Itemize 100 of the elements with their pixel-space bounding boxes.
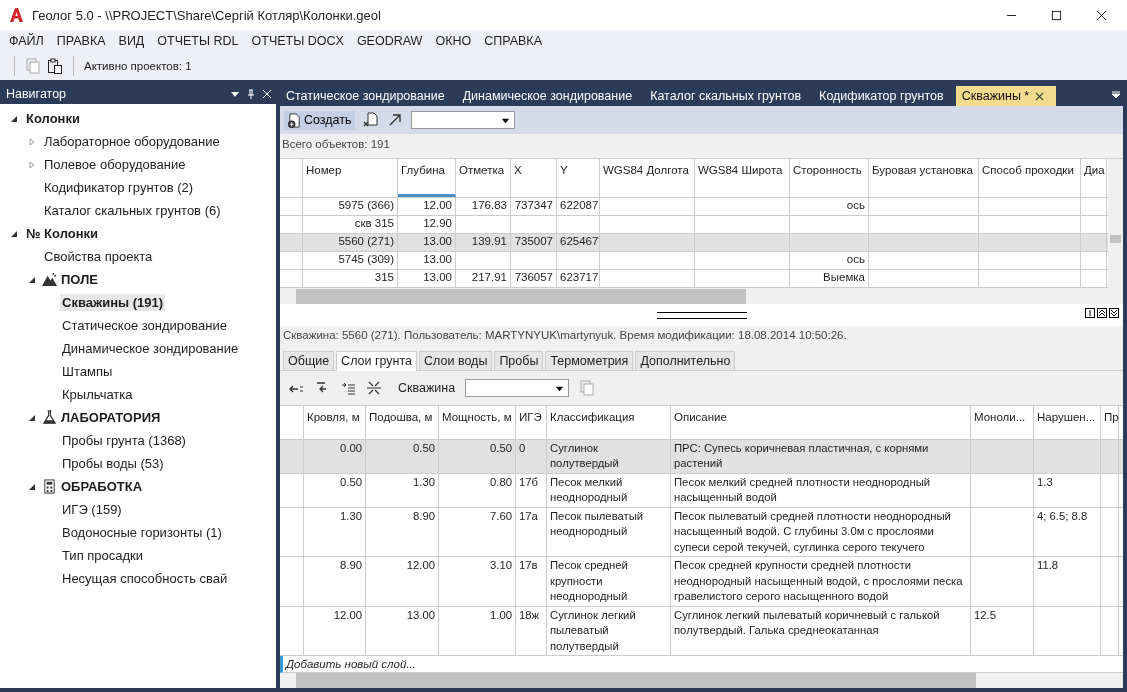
tab[interactable]: Термометрия [545, 351, 634, 370]
column-header[interactable]: Пр [1101, 406, 1119, 439]
table-row[interactable]: 5975 (366) 12.00 176.83 737347 622087 ось [280, 198, 1108, 216]
column-header[interactable]: Описание [671, 406, 971, 439]
pin-icon[interactable] [246, 89, 256, 99]
tree-item[interactable]: ОБРАБОТКА [59, 478, 145, 495]
column-header[interactable]: Отметка [456, 159, 511, 197]
well-dropdown[interactable] [465, 379, 570, 397]
column-header[interactable]: Подошва, м [366, 406, 439, 439]
horizontal-scrollbar[interactable] [280, 288, 1123, 304]
column-header[interactable]: Кровля, м [304, 406, 366, 439]
menu-item[interactable]: ОТЧЕТЫ RDL [157, 34, 239, 48]
document-tab[interactable]: Скважины * [955, 86, 1057, 106]
column-header[interactable]: Классификация [547, 406, 671, 439]
document-tab[interactable]: Кодификатор грунтов [813, 86, 956, 106]
tree-item[interactable]: Свойства проекта [42, 248, 155, 265]
tree-item[interactable]: Каталог скальных грунтов (6) [42, 202, 223, 219]
tree-item[interactable]: Полевое оборудование [42, 156, 188, 173]
column-header[interactable]: WGS84 Долгота [600, 159, 695, 197]
maximize-icon[interactable] [1051, 9, 1062, 21]
table-row[interactable]: 0.50 1.30 0.80 17б Песок мелкий неоднородный Песок мелкий средней плотности неоднородный насыщенный водой 1.3 [280, 473, 1123, 508]
column-header[interactable]: Способ проходки [979, 159, 1081, 197]
menu-item[interactable]: ФАЙЛ [9, 34, 44, 48]
document-tab[interactable]: Статическое зондирование [280, 86, 457, 106]
menu-item[interactable]: ОТЧЕТЫ DOCX [251, 34, 344, 48]
column-header[interactable]: Диа [1081, 159, 1107, 197]
menu-item[interactable]: ПРАВКА [56, 34, 106, 48]
column-header[interactable]: Y [557, 159, 600, 197]
insert-row-icon[interactable] [340, 380, 356, 396]
collapsed-arrow-icon[interactable] [28, 137, 36, 146]
tab[interactable]: Слои грунта [336, 351, 418, 371]
column-header[interactable]: Моноли... [971, 406, 1034, 439]
table-cell: Песок мелкий неоднородный [550, 475, 628, 504]
tree-item[interactable]: ЛАБОРАТОРИЯ [59, 409, 163, 426]
tab[interactable]: Слои воды [419, 351, 493, 370]
vertical-scrollbar[interactable] [1108, 159, 1123, 288]
create-button[interactable]: Создать [284, 110, 355, 130]
column-header[interactable]: Номер [303, 159, 398, 197]
tree-item[interactable]: Статическое зондирование [60, 317, 229, 334]
table-row[interactable]: 1.30 8.90 7.60 17а Песок пылеватый неоднородный Песок пылеватый средней плотности неоднородный насыщенный водой. С глубины 3.0м с прослоями супеси серой текучей, суглинка серого текучего 4; 6.5; 8.8 [280, 507, 1123, 558]
tab[interactable]: Пробы [494, 351, 544, 370]
tree-item[interactable]: Лабораторное оборудование [42, 133, 222, 150]
tree-item[interactable]: Скважины (191) [60, 294, 166, 311]
column-header[interactable]: Буровая установка [869, 159, 979, 197]
table-row[interactable]: 5745 (309) 13.00 ось [280, 252, 1108, 270]
table-row[interactable]: 5560 (271) 13.00 139.91 735007 625467 [280, 234, 1108, 252]
tab[interactable]: Общие [283, 351, 335, 370]
paste-icon[interactable] [47, 58, 63, 74]
record-info: Скважина: 5560 (271). Пользователь: MARTYNYUK\martynyuk. Время модификации: 18.08.2014 10:50:26. [280, 326, 1123, 348]
table-row[interactable]: 0.00 0.50 0.50 0 Суглинок полутвердый ПРС: Супесь коричневая пластичная, с корнями растений [280, 439, 1123, 474]
info-icon[interactable] [1085, 308, 1095, 318]
column-header[interactable]: Сторонность [790, 159, 869, 197]
delete-document-icon[interactable] [362, 112, 379, 128]
merge-icon[interactable] [366, 380, 382, 396]
document-tab[interactable]: Каталог скальных грунтов [644, 86, 814, 106]
tree-item[interactable]: Водоносные горизонты (1) [60, 524, 224, 541]
column-header[interactable]: ИГЭ [516, 406, 547, 439]
splitter-handle[interactable] [656, 311, 747, 319]
tree-item[interactable]: Несущая способность свай [60, 570, 230, 587]
tree-item[interactable]: ИГЭ (159) [60, 501, 124, 518]
tree-item[interactable]: Кодификатор грунтов (2) [42, 179, 196, 196]
tree-item[interactable]: Штампы [60, 363, 115, 380]
tab-list-icon[interactable] [1111, 90, 1121, 100]
column-header[interactable]: WGS84 Широта [695, 159, 790, 197]
tree-item[interactable]: Колонки [24, 110, 82, 127]
expanded-arrow-icon[interactable] [10, 229, 18, 238]
tab[interactable]: Дополнительно [635, 351, 736, 370]
document-tab[interactable]: Динамическое зондирование [456, 86, 645, 106]
menu-item[interactable]: GEODRAW [356, 34, 423, 48]
expanded-arrow-icon[interactable] [10, 114, 18, 123]
table-row[interactable]: 315 13.00 217.91 736057 623717 Выемка [280, 270, 1108, 288]
column-header[interactable]: X [511, 159, 557, 197]
horizontal-scrollbar[interactable] [280, 673, 1123, 688]
table-row[interactable]: 12.00 13.00 1.00 18ж Суглинок легкий пылеватый полутвердый Суглинок легкий пылеватый коричневый с галькой полутвердый. Галька среднеокатанная 12.5 [280, 606, 1123, 657]
menu-item[interactable]: ОКНО [435, 34, 472, 48]
filter-dropdown[interactable] [410, 111, 515, 129]
table-cell: 18ж [519, 608, 540, 621]
menu-item[interactable]: СПРАВКА [484, 34, 542, 48]
collapse-down-icon[interactable] [1109, 308, 1119, 318]
close-icon[interactable] [1035, 91, 1045, 101]
tree-item[interactable]: Динамическое зондирование [60, 340, 241, 357]
tree-item[interactable]: Пробы воды (53) [60, 455, 166, 472]
table-row[interactable]: 8.90 12.00 3.10 17в Песок средней крупности неоднородный Песок средней крупности средней плотности неоднородный насыщенный водой, с прослоями песка гравелистого серого насыщенного водой 11.8 [280, 557, 1123, 607]
expanded-arrow-icon[interactable] [28, 482, 36, 491]
tree-item[interactable]: № Колонки [24, 225, 101, 242]
dropdown-icon[interactable] [230, 89, 240, 99]
add-row-link[interactable]: Добавить новый слой... [286, 658, 416, 671]
column-header[interactable]: Мощность, м [439, 406, 516, 439]
collapsed-arrow-icon[interactable] [28, 160, 36, 169]
tree-item[interactable]: Тип просадки [60, 547, 146, 564]
tree-item[interactable]: Крыльчатка [60, 386, 135, 403]
menu-item[interactable]: ВИД [118, 34, 145, 48]
expanded-arrow-icon[interactable] [28, 275, 36, 284]
collapse-up-icon[interactable] [1097, 308, 1107, 318]
tree-item[interactable]: ПОЛЕ [59, 271, 100, 288]
close-icon[interactable] [1096, 9, 1107, 21]
expanded-arrow-icon[interactable] [28, 413, 36, 422]
tree-item[interactable]: Пробы грунта (1368) [60, 432, 188, 449]
column-header[interactable]: Нарушен... [1034, 406, 1101, 439]
table-row[interactable]: скв 315 12.90 [280, 216, 1108, 234]
